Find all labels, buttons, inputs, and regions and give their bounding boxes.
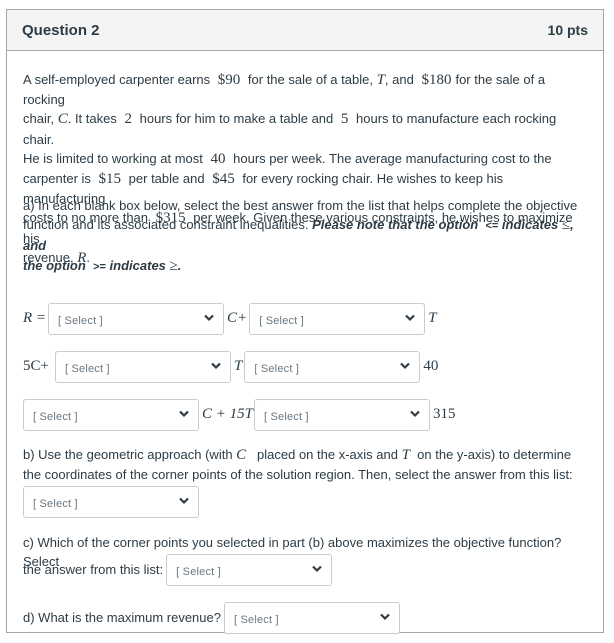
chevron-down-icon	[312, 565, 322, 573]
hours-constraint-prefix: 5C+	[23, 358, 49, 375]
question-title: Question 2	[22, 21, 100, 39]
objective-coef-t-select[interactable]: [ Select ]	[249, 303, 426, 335]
chevron-down-icon	[179, 497, 189, 505]
part-d-row: d) What is the maximum revenue? [ Select…	[23, 601, 400, 635]
question-header: Question 2 10 pts	[7, 10, 603, 51]
hours-coef-t-select[interactable]: [ Select ]	[54, 351, 231, 383]
question-points: 10 pts	[547, 22, 588, 38]
cost-coef-c-select[interactable]: [ Select ]	[23, 399, 199, 431]
hours-constraint-mid: T	[233, 358, 243, 375]
cost-constraint-suffix: 315	[432, 406, 456, 423]
objective-function-row: R = [ Select ] C+ [ Select ] T	[23, 302, 437, 336]
corner-points-select[interactable]: [ Select ]	[23, 486, 199, 518]
objective-suffix: T	[428, 310, 437, 327]
part-b-instructions: b) Use the geometric approach (with C pl…	[23, 447, 573, 483]
problem-line-2: chair, C. It takes 2 hours for him to ma…	[23, 111, 557, 147]
objective-prefix: R =	[23, 310, 47, 327]
chevron-down-icon	[405, 314, 415, 322]
question-card: Question 2 10 pts A self-employed carpen…	[6, 9, 604, 635]
problem-line-1: A self-employed carpenter earns $90 for …	[23, 72, 546, 108]
problem-line-3: He is limited to working at most 40 hour…	[23, 150, 552, 167]
hours-constraint-suffix: 40	[423, 358, 439, 375]
objective-mid: C+	[227, 310, 248, 327]
objective-coef-c-select[interactable]: [ Select ]	[48, 303, 225, 335]
cost-inequality-select[interactable]: [ Select ]	[253, 399, 430, 431]
hours-inequality-select[interactable]: [ Select ]	[244, 351, 421, 383]
cost-constraint-mid: C + 15T	[202, 406, 253, 423]
cost-constraint-row: [ Select ] C + 15T [ Select ] 315	[23, 398, 455, 432]
hours-constraint-row: 5C+ [ Select ] T [ Select ] 40	[23, 350, 438, 384]
chevron-down-icon	[179, 410, 189, 418]
part-b-row: [ Select ]	[23, 485, 199, 519]
chevron-down-icon	[211, 362, 221, 370]
chevron-down-icon	[400, 362, 411, 370]
chevron-down-icon	[204, 314, 214, 322]
part-a-instructions: a) In each blank box below, select the b…	[23, 198, 578, 274]
chevron-down-icon	[410, 410, 420, 418]
chevron-down-icon	[380, 613, 390, 621]
max-corner-point-select[interactable]: [ Select ]	[166, 554, 333, 586]
part-c-row: the answer from this list: [ Select ]	[23, 553, 333, 587]
max-revenue-select[interactable]: [ Select ]	[223, 602, 400, 634]
